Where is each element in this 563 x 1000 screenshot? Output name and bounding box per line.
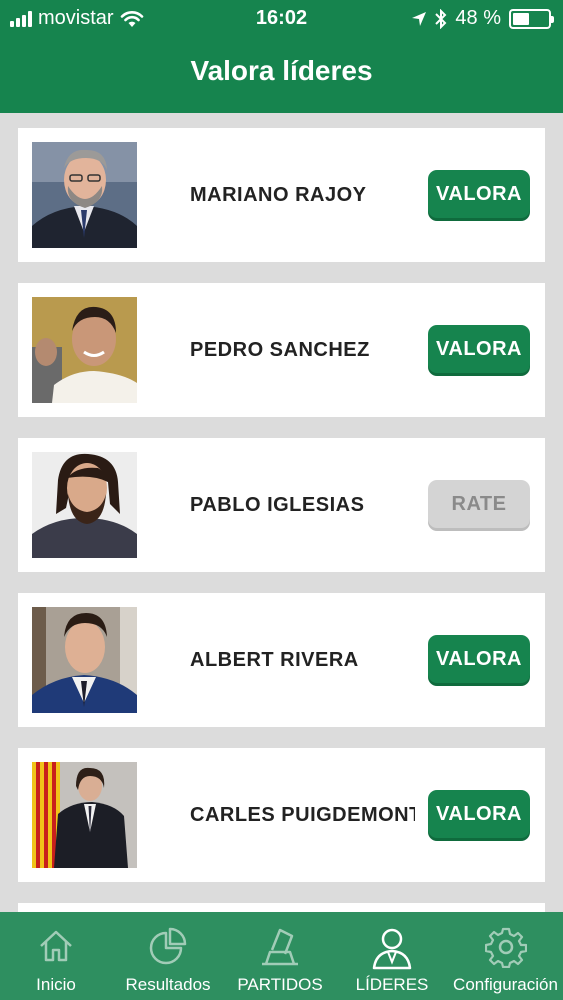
leader-name: ALBERT RIVERA xyxy=(190,649,359,671)
tab-label: Inicio xyxy=(36,975,76,994)
leader-name: PABLO IGLESIAS xyxy=(190,494,365,516)
battery-icon xyxy=(509,8,554,29)
leader-card: PEDRO SANCHEZ VALORA xyxy=(18,283,545,417)
leader-card: ALBERT RIVERA VALORA xyxy=(18,593,545,727)
tab-partidos[interactable]: PARTIDOS xyxy=(224,912,336,1000)
rate-button[interactable]: RATE xyxy=(428,480,530,528)
rate-button[interactable]: VALORA xyxy=(428,170,530,218)
tab-lideres[interactable]: LÍDERES xyxy=(336,912,448,1000)
leader-photo xyxy=(32,452,137,558)
ballot-icon xyxy=(262,928,298,966)
tab-resultados[interactable]: Resultados xyxy=(112,912,224,1000)
pie-chart-icon xyxy=(149,927,187,965)
leader-card: CARLES PUIGDEMONT VALORA xyxy=(18,748,545,882)
leader-photo xyxy=(32,142,137,248)
status-right: 48 % xyxy=(411,7,554,30)
battery-percent: 48 % xyxy=(455,7,501,29)
tab-configuracion[interactable]: Configuración xyxy=(448,912,563,1000)
page-title: Valora líderes xyxy=(190,55,373,86)
rate-button[interactable]: VALORA xyxy=(428,790,530,838)
tab-label: Resultados xyxy=(125,975,211,994)
location-icon xyxy=(412,11,427,26)
tab-inicio[interactable]: Inicio xyxy=(0,912,112,1000)
status-bar: movistar 16:02 48 % xyxy=(0,0,563,38)
battery-fill xyxy=(513,12,530,25)
leader-name: CARLES PUIGDEMONT xyxy=(190,804,415,826)
rate-button[interactable]: VALORA xyxy=(428,635,530,683)
home-icon xyxy=(40,930,72,962)
person-icon xyxy=(372,928,412,970)
tab-label: LÍDERES xyxy=(355,975,429,994)
leader-card: PABLO IGLESIAS RATE xyxy=(18,438,545,572)
leader-name: MARIANO RAJOY xyxy=(190,184,367,206)
tab-bar: Inicio Resultados PARTIDOS LÍDERES Confi… xyxy=(0,912,563,1000)
leader-name: PEDRO SANCHEZ xyxy=(190,339,370,361)
leader-photo xyxy=(32,297,137,403)
gear-icon xyxy=(484,927,527,968)
leader-photo xyxy=(32,762,137,868)
rate-button[interactable]: VALORA xyxy=(428,325,530,373)
leader-card: MARIANO RAJOY VALORA xyxy=(18,128,545,262)
top-bar: movistar 16:02 48 % Valora líderes xyxy=(0,0,563,113)
bluetooth-icon xyxy=(435,8,447,29)
tab-label: Configuración xyxy=(453,975,558,994)
tab-label: PARTIDOS xyxy=(237,975,323,994)
leader-photo xyxy=(32,607,137,713)
